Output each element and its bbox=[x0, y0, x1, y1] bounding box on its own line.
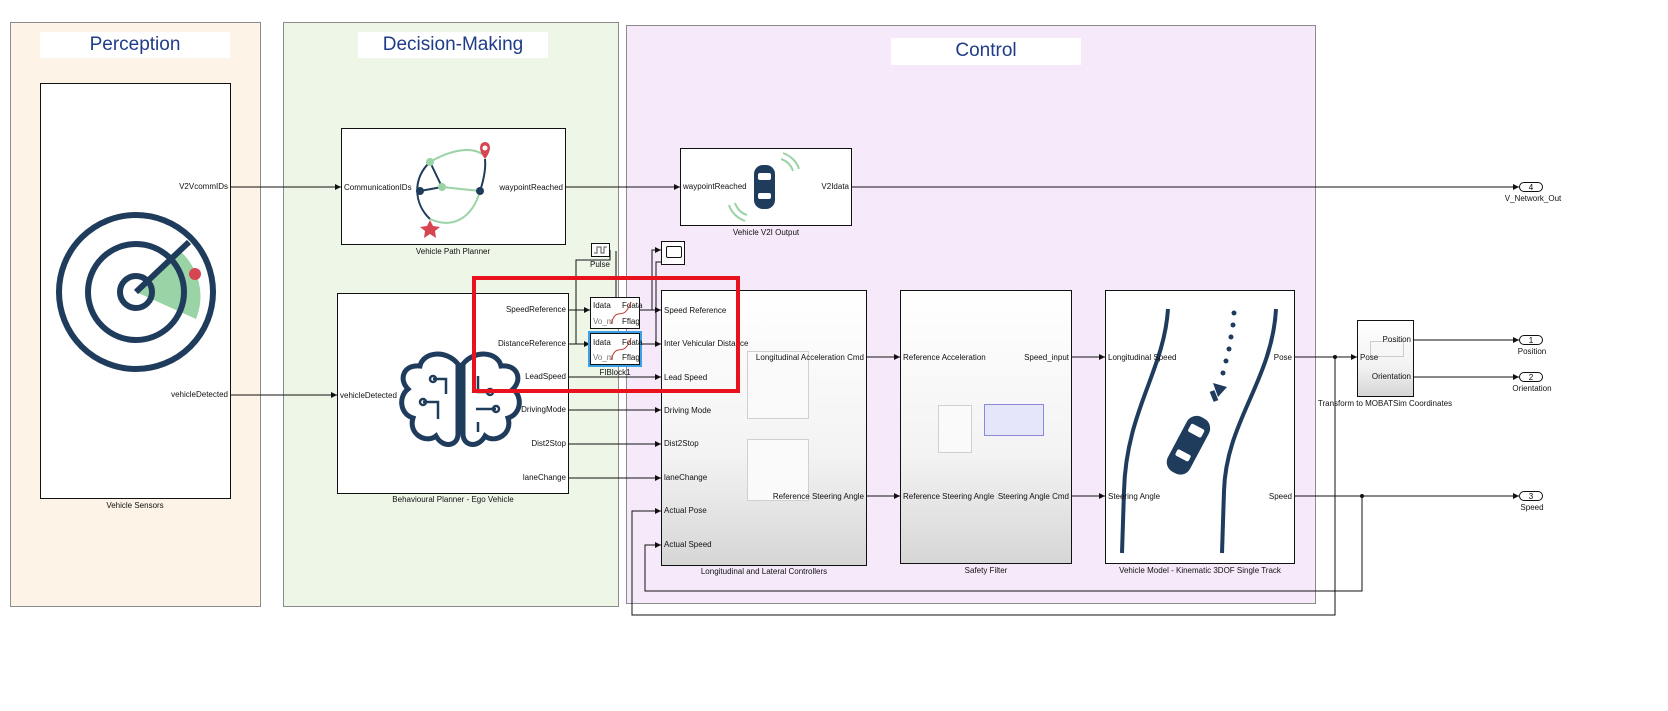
pulse-name: Pulse bbox=[589, 260, 611, 269]
outport-3[interactable]: 3 bbox=[1519, 491, 1543, 501]
outport-1-name: Position bbox=[1517, 347, 1547, 356]
safety-filter-block[interactable] bbox=[900, 290, 1072, 564]
behav-out-lanechange: laneChange bbox=[522, 473, 566, 482]
pulse-icon bbox=[594, 246, 607, 254]
controllers-out-longitudinal-accel: Longitudinal Acceleration Cmd bbox=[755, 353, 864, 362]
outport-1[interactable]: 1 bbox=[1519, 335, 1543, 345]
vehicle-sensors-block[interactable] bbox=[40, 83, 231, 499]
behav-out-dist2stop: Dist2Stop bbox=[531, 439, 566, 448]
sensors-out-vehicledetected: vehicleDetected bbox=[171, 390, 228, 399]
outport-2-name: Orientation bbox=[1512, 384, 1552, 393]
path-planner-in-communicationids: CommunicationIDs bbox=[344, 183, 412, 192]
controllers-in-driving-mode: Driving Mode bbox=[664, 406, 712, 415]
vehicle-sensors-name: Vehicle Sensors bbox=[106, 501, 164, 510]
outport-4[interactable]: 4 bbox=[1519, 182, 1543, 192]
radar-icon bbox=[56, 212, 216, 372]
path-planner-out-waypointreached: waypointReached bbox=[499, 183, 563, 192]
controllers-in-actual-speed: Actual Speed bbox=[664, 540, 712, 549]
safety-inner-block-1 bbox=[938, 405, 972, 453]
transform-out-orientation: Orientation bbox=[1371, 372, 1411, 381]
vehicle-on-road-icon bbox=[1120, 308, 1278, 554]
safety-in-reference-steering-angle: Reference Steering Angle bbox=[903, 492, 995, 501]
outport-2[interactable]: 2 bbox=[1519, 372, 1543, 382]
safety-filter-name: Safety Filter bbox=[964, 566, 1008, 575]
v2i-in-waypointreached: waypointReached bbox=[683, 182, 747, 191]
scope-icon bbox=[666, 246, 682, 258]
controllers-name: Longitudinal and Lateral Controllers bbox=[700, 567, 828, 576]
controllers-in-actual-pose: Actual Pose bbox=[664, 506, 707, 515]
outport-3-name: Speed bbox=[1520, 503, 1544, 512]
controllers-out-reference-steering: Reference Steering Angle bbox=[772, 492, 864, 501]
behavioural-planner-name: Behavioural Planner - Ego Vehicle bbox=[392, 495, 514, 504]
controllers-in-dist2stop: Dist2Stop bbox=[664, 439, 699, 448]
transform-out-position: Position bbox=[1382, 335, 1411, 344]
transform-name: Transform to MOBATSim Coordinates bbox=[1317, 399, 1453, 408]
scope-block[interactable] bbox=[661, 241, 685, 265]
vehicle-v2i-output-name: Vehicle V2I Output bbox=[732, 228, 800, 237]
safety-in-reference-acceleration: Reference Acceleration bbox=[903, 353, 986, 362]
vehicle-model-name: Vehicle Model - Kinematic 3DOF Single Tr… bbox=[1119, 566, 1281, 575]
safety-inner-block-2 bbox=[984, 404, 1044, 436]
pulse-block[interactable] bbox=[591, 243, 610, 257]
behav-in-vehicledetected: vehicleDetected bbox=[340, 391, 397, 400]
safety-out-speed-input: Speed_input bbox=[1024, 353, 1069, 362]
vehicle-in-steering-angle: Steering Angle bbox=[1108, 492, 1161, 501]
behav-out-drivingmode: DrivingMode bbox=[521, 405, 566, 414]
controllers-in-lanechange: laneChange bbox=[664, 473, 708, 482]
safety-out-steering-angle-cmd: Steering Angle Cmd bbox=[997, 492, 1069, 501]
vehicle-in-longitudinal-speed: Longitudinal Speed bbox=[1108, 353, 1177, 362]
vehicle-out-speed: Speed bbox=[1268, 492, 1292, 501]
transform-in-pose: Pose bbox=[1360, 353, 1379, 362]
sensors-out-v2vcommids: V2VcommIDs bbox=[179, 182, 228, 191]
outport-4-name: V_Network_Out bbox=[1504, 194, 1562, 203]
highlight-box bbox=[472, 276, 740, 393]
vehicle-model-block[interactable] bbox=[1105, 290, 1295, 564]
v2i-out-v2idata: V2Idata bbox=[821, 182, 849, 191]
vehicle-path-planner-name: Vehicle Path Planner bbox=[415, 247, 491, 256]
vehicle-out-pose: Pose bbox=[1273, 353, 1292, 362]
